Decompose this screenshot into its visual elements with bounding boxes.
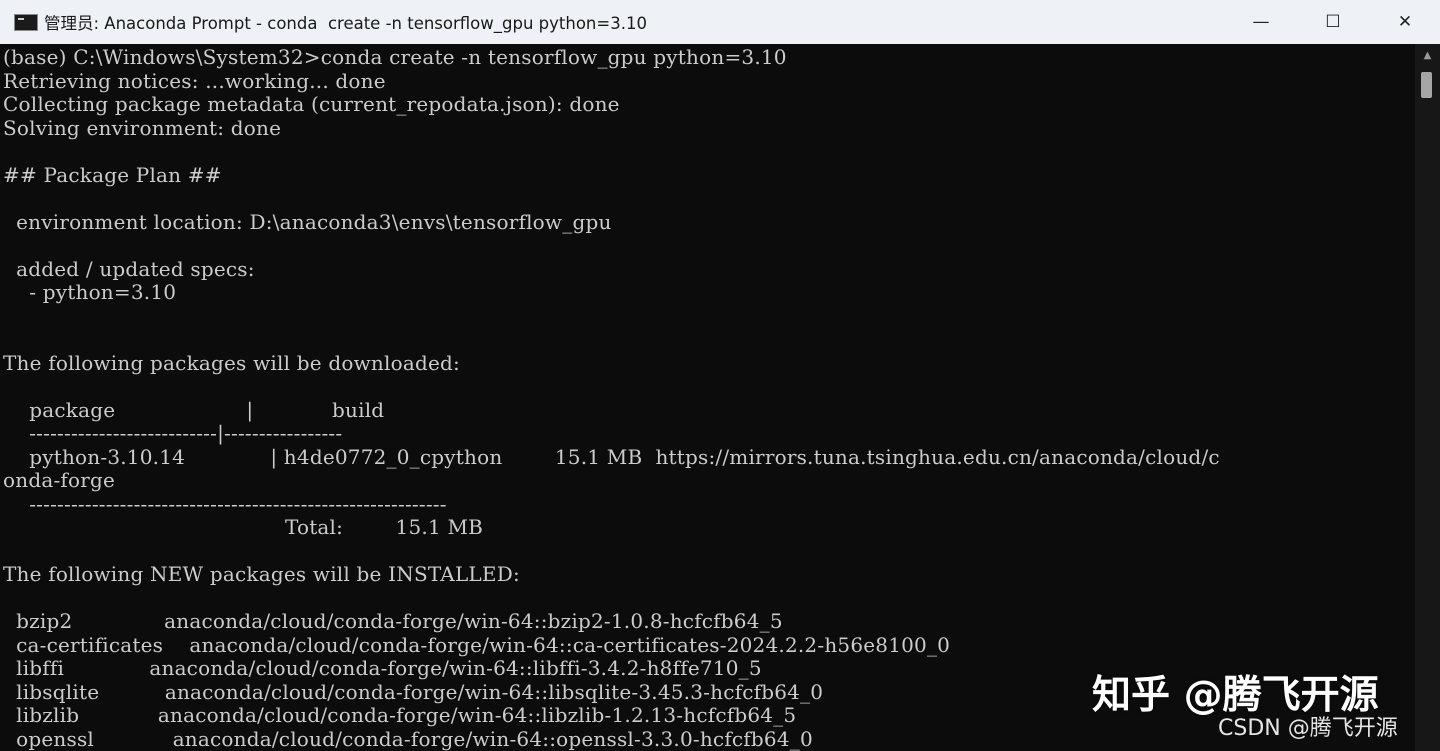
terminal-line: python-3.10.14 | h4de0772_0_cpython 15.1… — [3, 445, 1220, 469]
terminal-line: Total: 15.1 MB — [3, 515, 484, 539]
terminal-line: Retrieving notices: ...working... done — [3, 69, 386, 93]
terminal-line: package | build — [3, 398, 385, 422]
terminal-line: bzip2 anaconda/cloud/conda-forge/win-64:… — [3, 609, 783, 633]
terminal-line: (base) C:\Windows\System32>conda create … — [3, 45, 787, 69]
window-title: 管理员: Anaconda Prompt - conda create -n t… — [44, 14, 647, 33]
terminal-line: ---------------------------|------------… — [3, 421, 343, 445]
terminal-line: ----------------------------------------… — [3, 492, 447, 516]
terminal-line: added / updated specs: — [3, 257, 255, 281]
vertical-scrollbar[interactable]: ▲ — [1415, 44, 1440, 751]
terminal-output[interactable]: (base) C:\Windows\System32>conda create … — [0, 44, 1415, 751]
terminal-line: Solving environment: done — [3, 116, 282, 140]
csdn-watermark: CSDN @腾飞开源 — [1218, 716, 1398, 741]
terminal-line: ca-certificates anaconda/cloud/conda-for… — [3, 633, 951, 657]
terminal-line: environment location: D:\anaconda3\envs\… — [3, 210, 612, 234]
terminal-line: - python=3.10 — [3, 280, 177, 304]
terminal-line: ## Package Plan ## — [3, 163, 222, 187]
close-button[interactable]: ✕ — [1370, 0, 1440, 44]
console-app-icon — [14, 13, 38, 31]
title-bar[interactable]: 管理员: Anaconda Prompt - conda create -n t… — [0, 0, 1440, 44]
scroll-up-arrow-icon[interactable]: ▲ — [1415, 50, 1440, 64]
terminal-line: libzlib anaconda/cloud/conda-forge/win-6… — [3, 703, 797, 727]
terminal-line: Collecting package metadata (current_rep… — [3, 92, 620, 116]
scrollbar-thumb[interactable] — [1421, 72, 1432, 98]
terminal-line: libffi anaconda/cloud/conda-forge/win-64… — [3, 656, 762, 680]
close-icon: ✕ — [1397, 12, 1413, 32]
terminal-line: The following NEW packages will be INSTA… — [3, 562, 520, 586]
minimize-button[interactable]: — — [1226, 0, 1296, 44]
maximize-icon: ☐ — [1325, 12, 1341, 32]
maximize-button[interactable]: ☐ — [1298, 0, 1368, 44]
console-window: 管理员: Anaconda Prompt - conda create -n t… — [0, 0, 1440, 751]
terminal-line: libsqlite anaconda/cloud/conda-forge/win… — [3, 680, 824, 704]
terminal-line: openssl anaconda/cloud/conda-forge/win-6… — [3, 727, 813, 751]
minimize-icon: — — [1252, 12, 1270, 32]
terminal-line: onda-forge — [3, 468, 116, 492]
terminal-line: The following packages will be downloade… — [3, 351, 460, 375]
